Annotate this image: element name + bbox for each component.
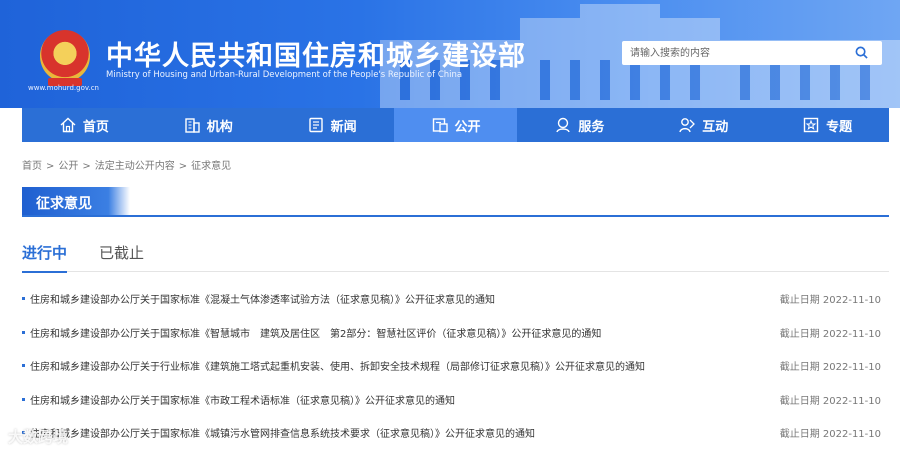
nav-item-label: 专题 [826,119,853,135]
bullet [22,297,25,301]
nav-item-label: 新闻 [330,119,357,135]
watermark: 大数跨境 [8,428,69,446]
deadline-date: 截止日期 2022-11-10 [779,395,881,407]
bullet [22,364,25,368]
notice-list: 住房和城乡建设部办公厅关于国家标准《混凝土气体渗透率试验方法（征求意见稿）》公开… [22,282,889,450]
news-icon [308,117,323,133]
list-item: 住房和城乡建设部办公厅关于国家标准《智慧城市 建筑及居住区 第2部分：智慧社区评… [22,316,889,350]
site-header: www.mohurd.gov.cn 中华人民共和国住房和城乡建设部 Minist… [0,0,900,108]
nav-item-public[interactable]: 公开 [393,108,518,142]
breadcrumb: 首页 > 公开 > 法定主动公开内容 > 征求意见 [22,161,232,172]
home-icon [60,117,76,133]
notice-title-link[interactable]: 住房和城乡建设部办公厅关于国家标准《智慧城市 建筑及居住区 第2部分：智慧社区评… [30,325,780,340]
notice-title-link[interactable]: 住房和城乡建设部办公厅关于国家标准《城镇污水管网排查信息系统技术要求（征求意见稿… [30,425,780,440]
list-item: 住房和城乡建设部办公厅关于国家标准《混凝土气体渗透率试验方法（征求意见稿）》公开… [22,282,889,316]
site-title-english: Ministry of Housing and Urban-Rural Deve… [106,70,463,80]
star-icon [803,117,819,133]
list-item: 住房和城乡建设部办公厅关于行业标准《建筑施工塔式起重机安装、使用、拆卸安全技术规… [22,349,889,383]
interact-icon [679,118,696,133]
search-icon[interactable] [855,46,868,59]
bullet [22,397,25,401]
deadline-date: 截止日期 2022-11-10 [779,429,881,441]
service-icon [556,117,571,133]
tab-closed[interactable]: 已截止 [99,242,144,271]
site-title[interactable]: 中华人民共和国住房和城乡建设部 [106,34,526,73]
section-title: 征求意见 [22,187,130,215]
breadcrumb-statutory-content[interactable]: 法定主动公开内容 [95,161,175,172]
search-input[interactable] [630,44,845,62]
national-emblem-icon[interactable] [40,30,90,86]
search-box [622,41,882,65]
site-url: www.mohurd.gov.cn [28,84,99,92]
nav-item-home[interactable]: 首页 [22,108,146,142]
nav-item-label: 公开 [454,119,481,135]
breadcrumb-home[interactable]: 首页 [22,161,42,172]
nav-item-label: 首页 [82,119,109,135]
nav-item-service[interactable]: 服务 [517,108,641,142]
nav-item-label: 机构 [206,119,233,135]
breadcrumb-current[interactable]: 征求意见 [191,161,231,172]
deadline-date: 截止日期 2022-11-10 [779,295,881,307]
nav-item-news[interactable]: 新闻 [270,108,394,142]
main-nav: 首页 机构 新闻 公开 服务 互动 专题 [22,108,889,142]
notice-title-link[interactable]: 住房和城乡建设部办公厅关于国家标准《市政工程术语标准（征求意见稿）》公开征求意见… [30,392,780,407]
notice-title-link[interactable]: 住房和城乡建设部办公厅关于国家标准《混凝土气体渗透率试验方法（征求意见稿）》公开… [30,291,780,306]
nav-item-organization[interactable]: 机构 [146,108,270,142]
nav-item-label: 服务 [578,119,605,135]
notice-title-link[interactable]: 住房和城乡建设部办公厅关于行业标准《建筑施工塔式起重机安装、使用、拆卸安全技术规… [30,358,780,373]
building-icon [185,118,200,133]
section-header: 征求意见 [22,187,889,217]
status-tabs: 进行中 已截止 [22,240,889,273]
nav-item-topics[interactable]: 专题 [765,108,889,142]
nav-item-interaction[interactable]: 互动 [641,108,765,142]
list-item: 住房和城乡建设部办公厅关于国家标准《市政工程术语标准（征求意见稿）》公开征求意见… [22,383,889,417]
bullet [22,330,25,334]
document-icon [432,118,448,133]
breadcrumb-public[interactable]: 公开 [58,161,78,172]
list-item: 住房和城乡建设部办公厅关于国家标准《城镇污水管网排查信息系统技术要求（征求意见稿… [22,416,889,450]
deadline-date: 截止日期 2022-11-10 [779,328,881,340]
tab-ongoing[interactable]: 进行中 [22,242,68,273]
deadline-date: 截止日期 2022-11-10 [779,362,881,374]
nav-item-label: 互动 [702,119,729,135]
